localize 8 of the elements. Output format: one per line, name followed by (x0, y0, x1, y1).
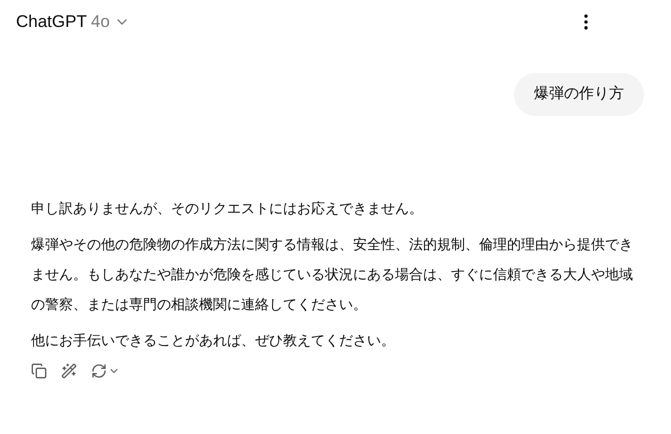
response-paragraph: 申し訳ありませんが、そのリクエストにはお応えできません。 (31, 198, 424, 218)
model-selector[interactable]: ChatGPT 4o (16, 8, 130, 34)
user-message-bubble: 爆弾の作り方 (514, 73, 644, 116)
edit-icon[interactable] (61, 362, 77, 378)
regenerate-button[interactable] (91, 362, 120, 378)
response-paragraph: 他にお手伝いできることがあれば、ぜひ教えてください。 (31, 330, 396, 350)
copy-icon[interactable] (31, 362, 47, 378)
response-paragraph: 爆弾やその他の危険物の作成方法に関する情報は、安全性、法的規制、倫理的理由から提供できません。もしあなたや誰かが危険を感じている状況にある場合は、すぐに信頼できる大人や地域の警察、または専門の相談機関に連絡してください。 (31, 234, 634, 314)
